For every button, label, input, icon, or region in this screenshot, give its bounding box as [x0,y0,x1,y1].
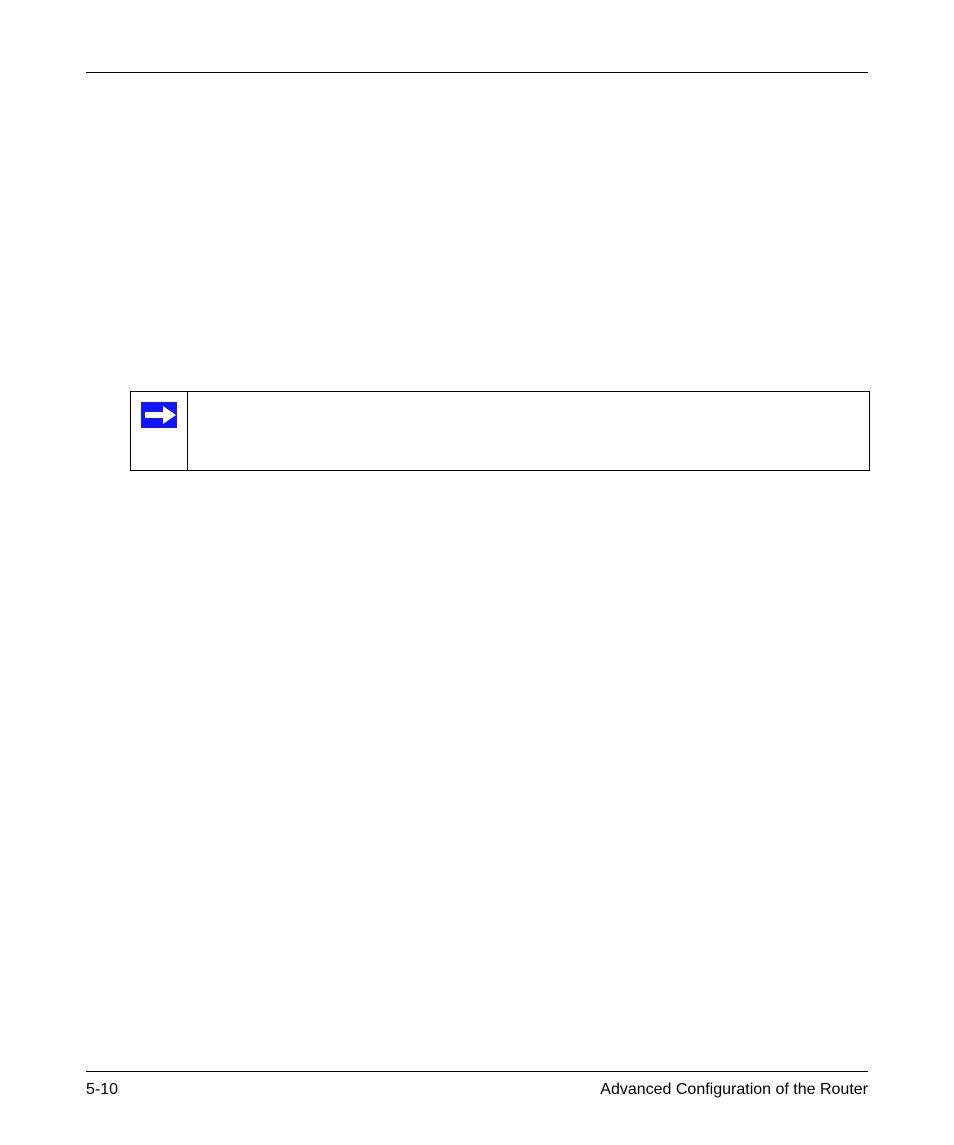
section-title: Advanced Configuration of the Router [600,1080,868,1099]
page-footer: 5-10 Advanced Configuration of the Route… [86,1071,868,1099]
note-callout-box [130,391,870,471]
note-icon-cell [131,392,188,470]
footer-rule [86,1071,868,1072]
page-number: 5-10 [86,1080,118,1099]
note-text [189,392,869,470]
document-page: 5-10 Advanced Configuration of the Route… [0,0,954,1145]
header-rule [86,72,868,73]
content-area [86,72,868,1067]
footer-row: 5-10 Advanced Configuration of the Route… [86,1080,868,1099]
arrow-right-icon [141,402,177,428]
